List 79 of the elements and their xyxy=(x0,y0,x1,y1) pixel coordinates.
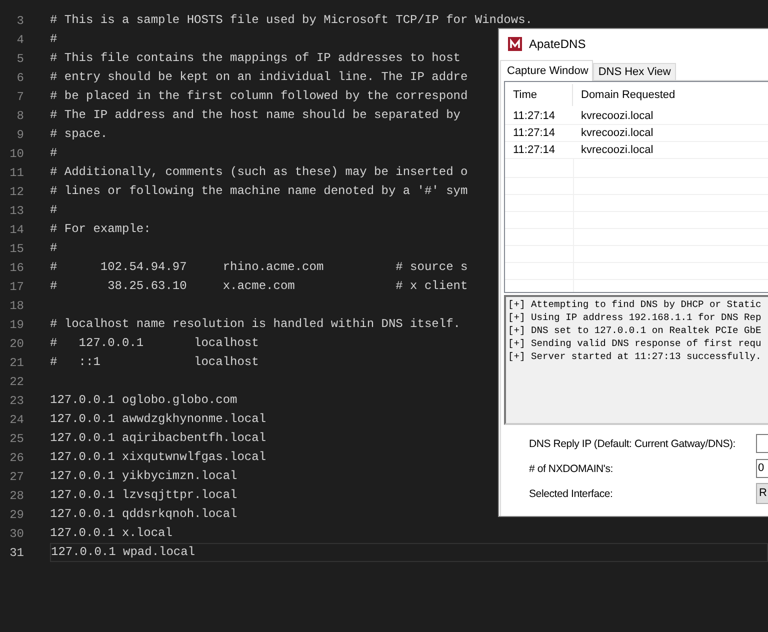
dropdown[interactable]: R xyxy=(756,483,768,504)
line-number: 22 xyxy=(8,374,24,388)
line-number: 23 xyxy=(8,394,24,408)
code-line: # The IP address and the host name should be separated by xyxy=(50,107,460,124)
time-cell-text: 11:27:14 xyxy=(512,144,556,156)
time-cell-text: 11:27:14 xyxy=(512,127,556,139)
input-field[interactable] xyxy=(756,434,768,453)
line-number: 16 xyxy=(8,260,24,274)
line-number: 18 xyxy=(8,298,24,312)
tab[interactable]: Capture Window xyxy=(500,60,594,81)
code-line: # Additionally, comments (such as these) may be inserted o xyxy=(50,164,468,181)
setting-label: # of NXDOMAIN's: xyxy=(529,462,613,474)
code-line: # 127.0.0.1 localhost xyxy=(50,335,259,352)
code-line: 127.0.0.1 qddsrkqnoh.local xyxy=(50,506,238,523)
window-title: ApateDNS xyxy=(529,37,586,51)
line-number: 11 xyxy=(8,166,24,180)
time-cell-text: 11:27:14 xyxy=(512,110,556,122)
code-line: # ::1 localhost xyxy=(50,354,259,371)
line-number: 15 xyxy=(8,242,24,256)
setting-label: Selected Interface: xyxy=(529,488,613,500)
code-line: # entry should be kept on an individual line. The IP addre xyxy=(50,69,468,86)
code-line: # This is a sample HOSTS file used by Microsoft TCP/IP for Windows. xyxy=(50,12,532,29)
column-header[interactable]: Time xyxy=(505,84,573,106)
line-number: 17 xyxy=(8,280,24,294)
line-number: 6 xyxy=(16,70,24,84)
line-number: 9 xyxy=(16,128,24,142)
log-line: [+] DNS set to 127.0.0.1 on Realtek PCIe GbE xyxy=(508,324,762,337)
code-line: # space. xyxy=(50,126,108,143)
line-number: 30 xyxy=(8,526,24,540)
code-line: 127.0.0.1 xixqutwnwlfgas.local xyxy=(50,449,266,466)
log-line: [+] Using IP address 192.168.1.1 for DNS Rep xyxy=(508,311,762,324)
line-number: 5 xyxy=(16,52,24,66)
code-line: 127.0.0.1 x.local xyxy=(50,525,172,542)
code-line: # 102.54.94.97 rhino.acme.com # source s xyxy=(50,259,468,276)
code-line: 127.0.0.1 lzvsqjttpr.local xyxy=(50,487,238,504)
line-number: 29 xyxy=(8,508,24,522)
code-line: 127.0.0.1 oglobo.globo.com xyxy=(50,392,238,409)
code-line: # 38.25.63.10 x.acme.com # x client xyxy=(50,278,468,295)
app-logo-icon xyxy=(508,37,522,51)
code-line: 127.0.0.1 wpad.local xyxy=(51,544,196,561)
code-line: # This file contains the mappings of IP addresses to host xyxy=(50,50,460,67)
code-line: # xyxy=(50,240,58,257)
log-line: [+] Sending valid DNS response of first requ xyxy=(508,337,762,350)
code-line: # For example: xyxy=(50,221,151,238)
line-number: 28 xyxy=(8,488,24,502)
line-number: 12 xyxy=(8,184,24,198)
line-number: 24 xyxy=(8,412,24,426)
domain-cell-text: kvrecoozi.local xyxy=(580,127,654,139)
code-line: # be placed in the first column followed by the correspond xyxy=(50,88,468,105)
code-line: # xyxy=(50,202,58,219)
log-line: [+] Server started at 11:27:13 successfully. xyxy=(508,350,762,363)
domain-cell-text: kvrecoozi.local xyxy=(580,110,654,122)
line-number: 19 xyxy=(8,318,24,332)
setting-label: DNS Reply IP (Default: Current Gatway/DNS): xyxy=(529,438,736,450)
code-line: # localhost name resolution is handled within DNS itself. xyxy=(50,316,460,333)
line-number: 4 xyxy=(16,32,24,46)
code-line: # xyxy=(50,145,58,162)
code-line: 127.0.0.1 aqiribacbentfh.local xyxy=(50,430,266,447)
domain-cell-text: kvrecoozi.local xyxy=(580,144,654,156)
code-line: # lines or following the machine name denoted by a '#' sym xyxy=(50,183,468,200)
line-number: 7 xyxy=(16,90,24,104)
line-number: 25 xyxy=(8,432,24,446)
line-number: 27 xyxy=(8,470,24,484)
line-number: 20 xyxy=(8,336,24,350)
line-number: 26 xyxy=(8,450,24,464)
code-line: 127.0.0.1 yikbycimzn.local xyxy=(50,468,238,485)
line-number: 8 xyxy=(16,108,24,122)
line-number: 14 xyxy=(8,222,24,236)
code-line: # xyxy=(50,31,58,48)
code-line: 127.0.0.1 awwdzgkhynonme.local xyxy=(50,411,266,428)
column-header[interactable]: Domain Requested xyxy=(573,89,676,101)
line-number: 31 xyxy=(8,546,24,560)
line-number: 13 xyxy=(8,204,24,218)
tab[interactable]: DNS Hex View xyxy=(593,63,676,80)
line-number: 10 xyxy=(8,146,24,160)
line-number: 21 xyxy=(8,356,24,370)
input-field[interactable]: 0 xyxy=(756,459,768,478)
line-number: 3 xyxy=(16,14,24,28)
log-line: [+] Attempting to find DNS by DHCP or Static xyxy=(508,298,762,311)
